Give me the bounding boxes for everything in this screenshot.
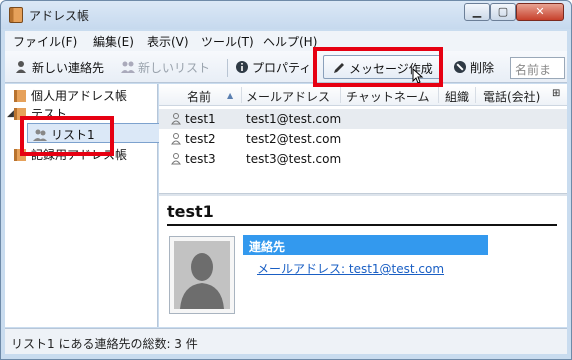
table-row[interactable]: test2 test2@test.com	[159, 129, 567, 149]
menu-edit[interactable]: 編集(E)	[93, 33, 134, 50]
pencil-icon	[334, 63, 344, 73]
column-separator	[475, 87, 476, 103]
status-bar: リスト1 にある連絡先の総数: 3 件	[5, 328, 567, 354]
default-avatar-icon	[174, 241, 230, 309]
contact-pane: 名前 ▲ メールアドレス チャットネーム 組織 電話(会社) ⊞ test1 t…	[159, 84, 567, 327]
tree-item-label: リスト1	[51, 128, 95, 142]
minimize-button[interactable]: ▁	[464, 3, 490, 21]
group-icon	[33, 129, 47, 141]
table-row[interactable]: test3 test3@test.com	[159, 149, 567, 169]
table-row[interactable]: test1 test1@test.com	[159, 109, 567, 129]
address-book-app-icon	[9, 7, 23, 23]
delete-icon	[454, 61, 466, 73]
list-header: 名前 ▲ メールアドレス チャットネーム 組織 電話(会社) ⊞	[159, 84, 567, 106]
tree-item-test[interactable]: テスト	[13, 105, 67, 122]
compose-button[interactable]: メッセージ作成	[323, 55, 443, 84]
address-book-icon	[14, 108, 26, 120]
new-contact-button[interactable]: 新しい連絡先	[15, 59, 104, 77]
address-book-icon	[14, 90, 26, 102]
tree-item-label: 記録用アドレス帳	[31, 148, 128, 162]
contact-email-link[interactable]: メールアドレス: test1@test.com	[257, 260, 444, 277]
search-input[interactable]: 名前ま	[510, 57, 565, 79]
person-icon	[171, 113, 181, 125]
column-email[interactable]: メールアドレス	[246, 88, 330, 105]
menu-file[interactable]: ファイル(F)	[13, 33, 77, 50]
sort-ascending-icon: ▲	[227, 91, 234, 100]
column-picker-icon[interactable]: ⊞	[552, 88, 560, 99]
contact-photo	[169, 236, 235, 314]
contact-name-cell: test2	[171, 132, 216, 146]
group-add-icon	[121, 61, 135, 73]
person-icon	[171, 153, 181, 165]
toolbar: 新しい連絡先 新しいリスト プロパティ メッセージ作成 削除 名前ま	[5, 51, 567, 84]
tree-item-list1[interactable]: リスト1	[33, 126, 95, 143]
person-icon	[171, 133, 181, 145]
close-button[interactable]: ✕	[516, 3, 564, 21]
new-contact-label: 新しい連絡先	[32, 61, 105, 75]
contact-card-name: test1	[167, 202, 214, 221]
tree-item-label: 個人用アドレス帳	[31, 89, 128, 103]
new-list-label: 新しいリスト	[138, 61, 211, 75]
tree-item-label: テスト	[31, 107, 68, 121]
column-chat[interactable]: チャットネーム	[346, 88, 430, 105]
delete-label: 削除	[470, 61, 495, 75]
properties-label: プロパティ	[252, 61, 312, 75]
title-bar: アドレス帳 ▁ ▢ ✕	[1, 1, 571, 29]
contact-name: test2	[185, 132, 216, 146]
info-icon	[236, 61, 248, 73]
column-name[interactable]: 名前	[187, 88, 211, 105]
tree-item-personal[interactable]: 個人用アドレス帳	[13, 87, 127, 104]
properties-button[interactable]: プロパティ	[235, 59, 311, 77]
contact-card: test1 連絡先 メールアドレス: test1@test.com	[159, 196, 567, 327]
address-book-icon	[14, 149, 26, 161]
menu-tools[interactable]: ツール(T)	[201, 33, 254, 50]
menu-help[interactable]: ヘルプ(H)	[263, 33, 317, 50]
contact-email: test2@test.com	[246, 132, 342, 146]
contact-card-divider	[167, 224, 557, 226]
contact-name: test3	[185, 152, 216, 166]
column-separator	[438, 87, 439, 103]
status-text: リスト1 にある連絡先の総数: 3 件	[11, 337, 198, 351]
new-list-button[interactable]: 新しいリスト	[121, 59, 210, 77]
maximize-button[interactable]: ▢	[490, 3, 516, 21]
contact-section-header: 連絡先	[243, 235, 488, 255]
person-add-icon	[16, 61, 26, 73]
column-organization[interactable]: 組織	[445, 88, 469, 105]
contact-name: test1	[185, 112, 216, 126]
column-separator	[241, 87, 242, 103]
address-book-window: アドレス帳 ▁ ▢ ✕ ファイル(F) 編集(E) 表示(V) ツール(T) ヘ…	[0, 0, 572, 360]
delete-button[interactable]: 削除	[453, 59, 494, 77]
contact-email: test1@test.com	[246, 112, 342, 126]
contact-list: test1 test1@test.com test2 test2@test.co…	[159, 106, 567, 193]
menu-view[interactable]: 表示(V)	[147, 33, 189, 50]
column-work-phone[interactable]: 電話(会社)	[483, 88, 540, 105]
window-title: アドレス帳	[29, 9, 90, 23]
contact-email: test3@test.com	[246, 152, 342, 166]
menu-bar: ファイル(F) 編集(E) 表示(V) ツール(T) ヘルプ(H)	[5, 31, 567, 51]
contact-name-cell: test1	[171, 112, 216, 126]
toolbar-separator	[227, 59, 228, 77]
address-book-tree: 個人用アドレス帳 ◢ テスト リスト1 記録用アドレス帳	[5, 84, 160, 327]
contact-name-cell: test3	[171, 152, 216, 166]
tree-item-collected[interactable]: 記録用アドレス帳	[13, 146, 127, 163]
column-separator	[340, 87, 341, 103]
mouse-cursor-icon	[412, 68, 424, 84]
